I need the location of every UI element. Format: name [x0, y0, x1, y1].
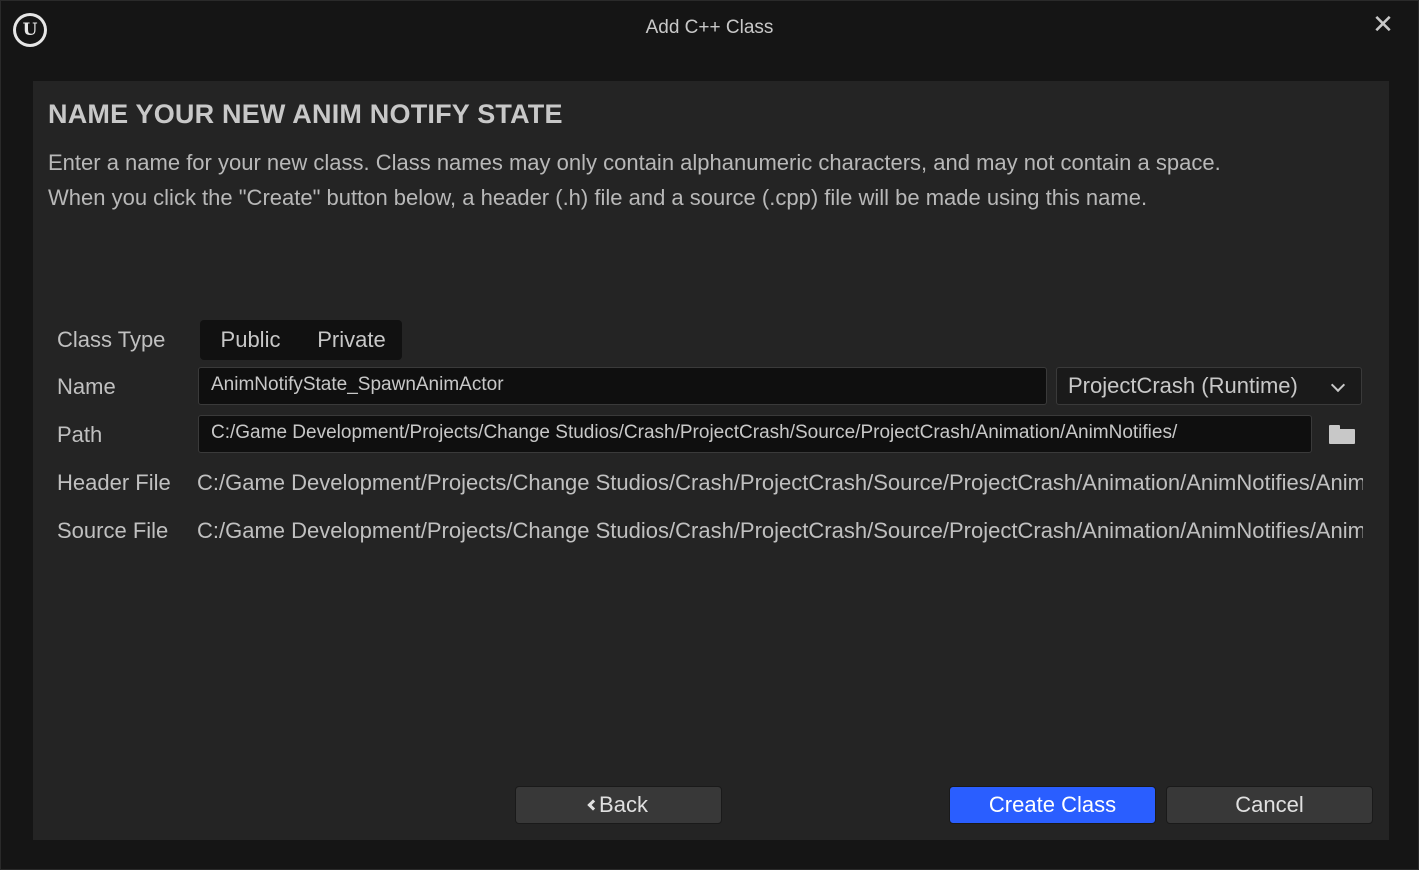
- class-type-public-option[interactable]: Public: [200, 320, 301, 360]
- module-dropdown-value: ProjectCrash (Runtime): [1068, 373, 1298, 398]
- module-dropdown[interactable]: ProjectCrash (Runtime): [1056, 367, 1362, 405]
- page-title: NAME YOUR NEW ANIM NOTIFY STATE: [48, 99, 563, 129]
- description-line-1: Enter a name for your new class. Class n…: [48, 150, 1221, 175]
- create-class-button[interactable]: Create Class: [949, 786, 1156, 824]
- header-file-row: Header File C:/Game Development/Projects…: [57, 463, 1367, 503]
- title-bar: U Add C++ Class ✕: [1, 1, 1418, 57]
- add-class-dialog: U Add C++ Class ✕ NAME YOUR NEW ANIM NOT…: [0, 0, 1419, 870]
- path-label: Path: [57, 422, 103, 447]
- name-row: Name AnimNotifyState_SpawnAnimActor Proj…: [57, 367, 1367, 407]
- folder-icon-body: [1329, 429, 1355, 444]
- class-type-row: Class Type Public Private: [57, 320, 1367, 360]
- back-button[interactable]: Back: [515, 786, 722, 824]
- source-file-path: C:/Game Development/Projects/Change Stud…: [197, 518, 1363, 543]
- description: Enter a name for your new class. Class n…: [48, 145, 1368, 215]
- source-file-label: Source File: [57, 518, 169, 543]
- close-icon[interactable]: ✕: [1370, 9, 1396, 39]
- class-type-toggle: Public Private: [200, 320, 402, 360]
- class-name-input[interactable]: AnimNotifyState_SpawnAnimActor: [198, 367, 1047, 405]
- chevron-left-icon: [587, 799, 599, 811]
- cancel-button[interactable]: Cancel: [1166, 786, 1373, 824]
- name-label: Name: [57, 374, 116, 399]
- path-row: Path C:/Game Development/Projects/Change…: [57, 415, 1367, 455]
- description-line-2: When you click the "Create" button below…: [48, 185, 1148, 210]
- path-input[interactable]: C:/Game Development/Projects/Change Stud…: [198, 415, 1312, 453]
- window-title: Add C++ Class: [645, 17, 774, 38]
- chevron-down-icon: [1330, 377, 1346, 393]
- header-file-path: C:/Game Development/Projects/Change Stud…: [197, 470, 1363, 495]
- back-button-label: Back: [599, 792, 648, 817]
- folder-icon[interactable]: [1329, 425, 1355, 445]
- class-type-label: Class Type: [57, 327, 166, 352]
- class-type-private-option[interactable]: Private: [301, 320, 402, 360]
- header-file-label: Header File: [57, 470, 171, 495]
- source-file-row: Source File C:/Game Development/Projects…: [57, 511, 1367, 551]
- content-panel: NAME YOUR NEW ANIM NOTIFY STATE Enter a …: [33, 81, 1389, 840]
